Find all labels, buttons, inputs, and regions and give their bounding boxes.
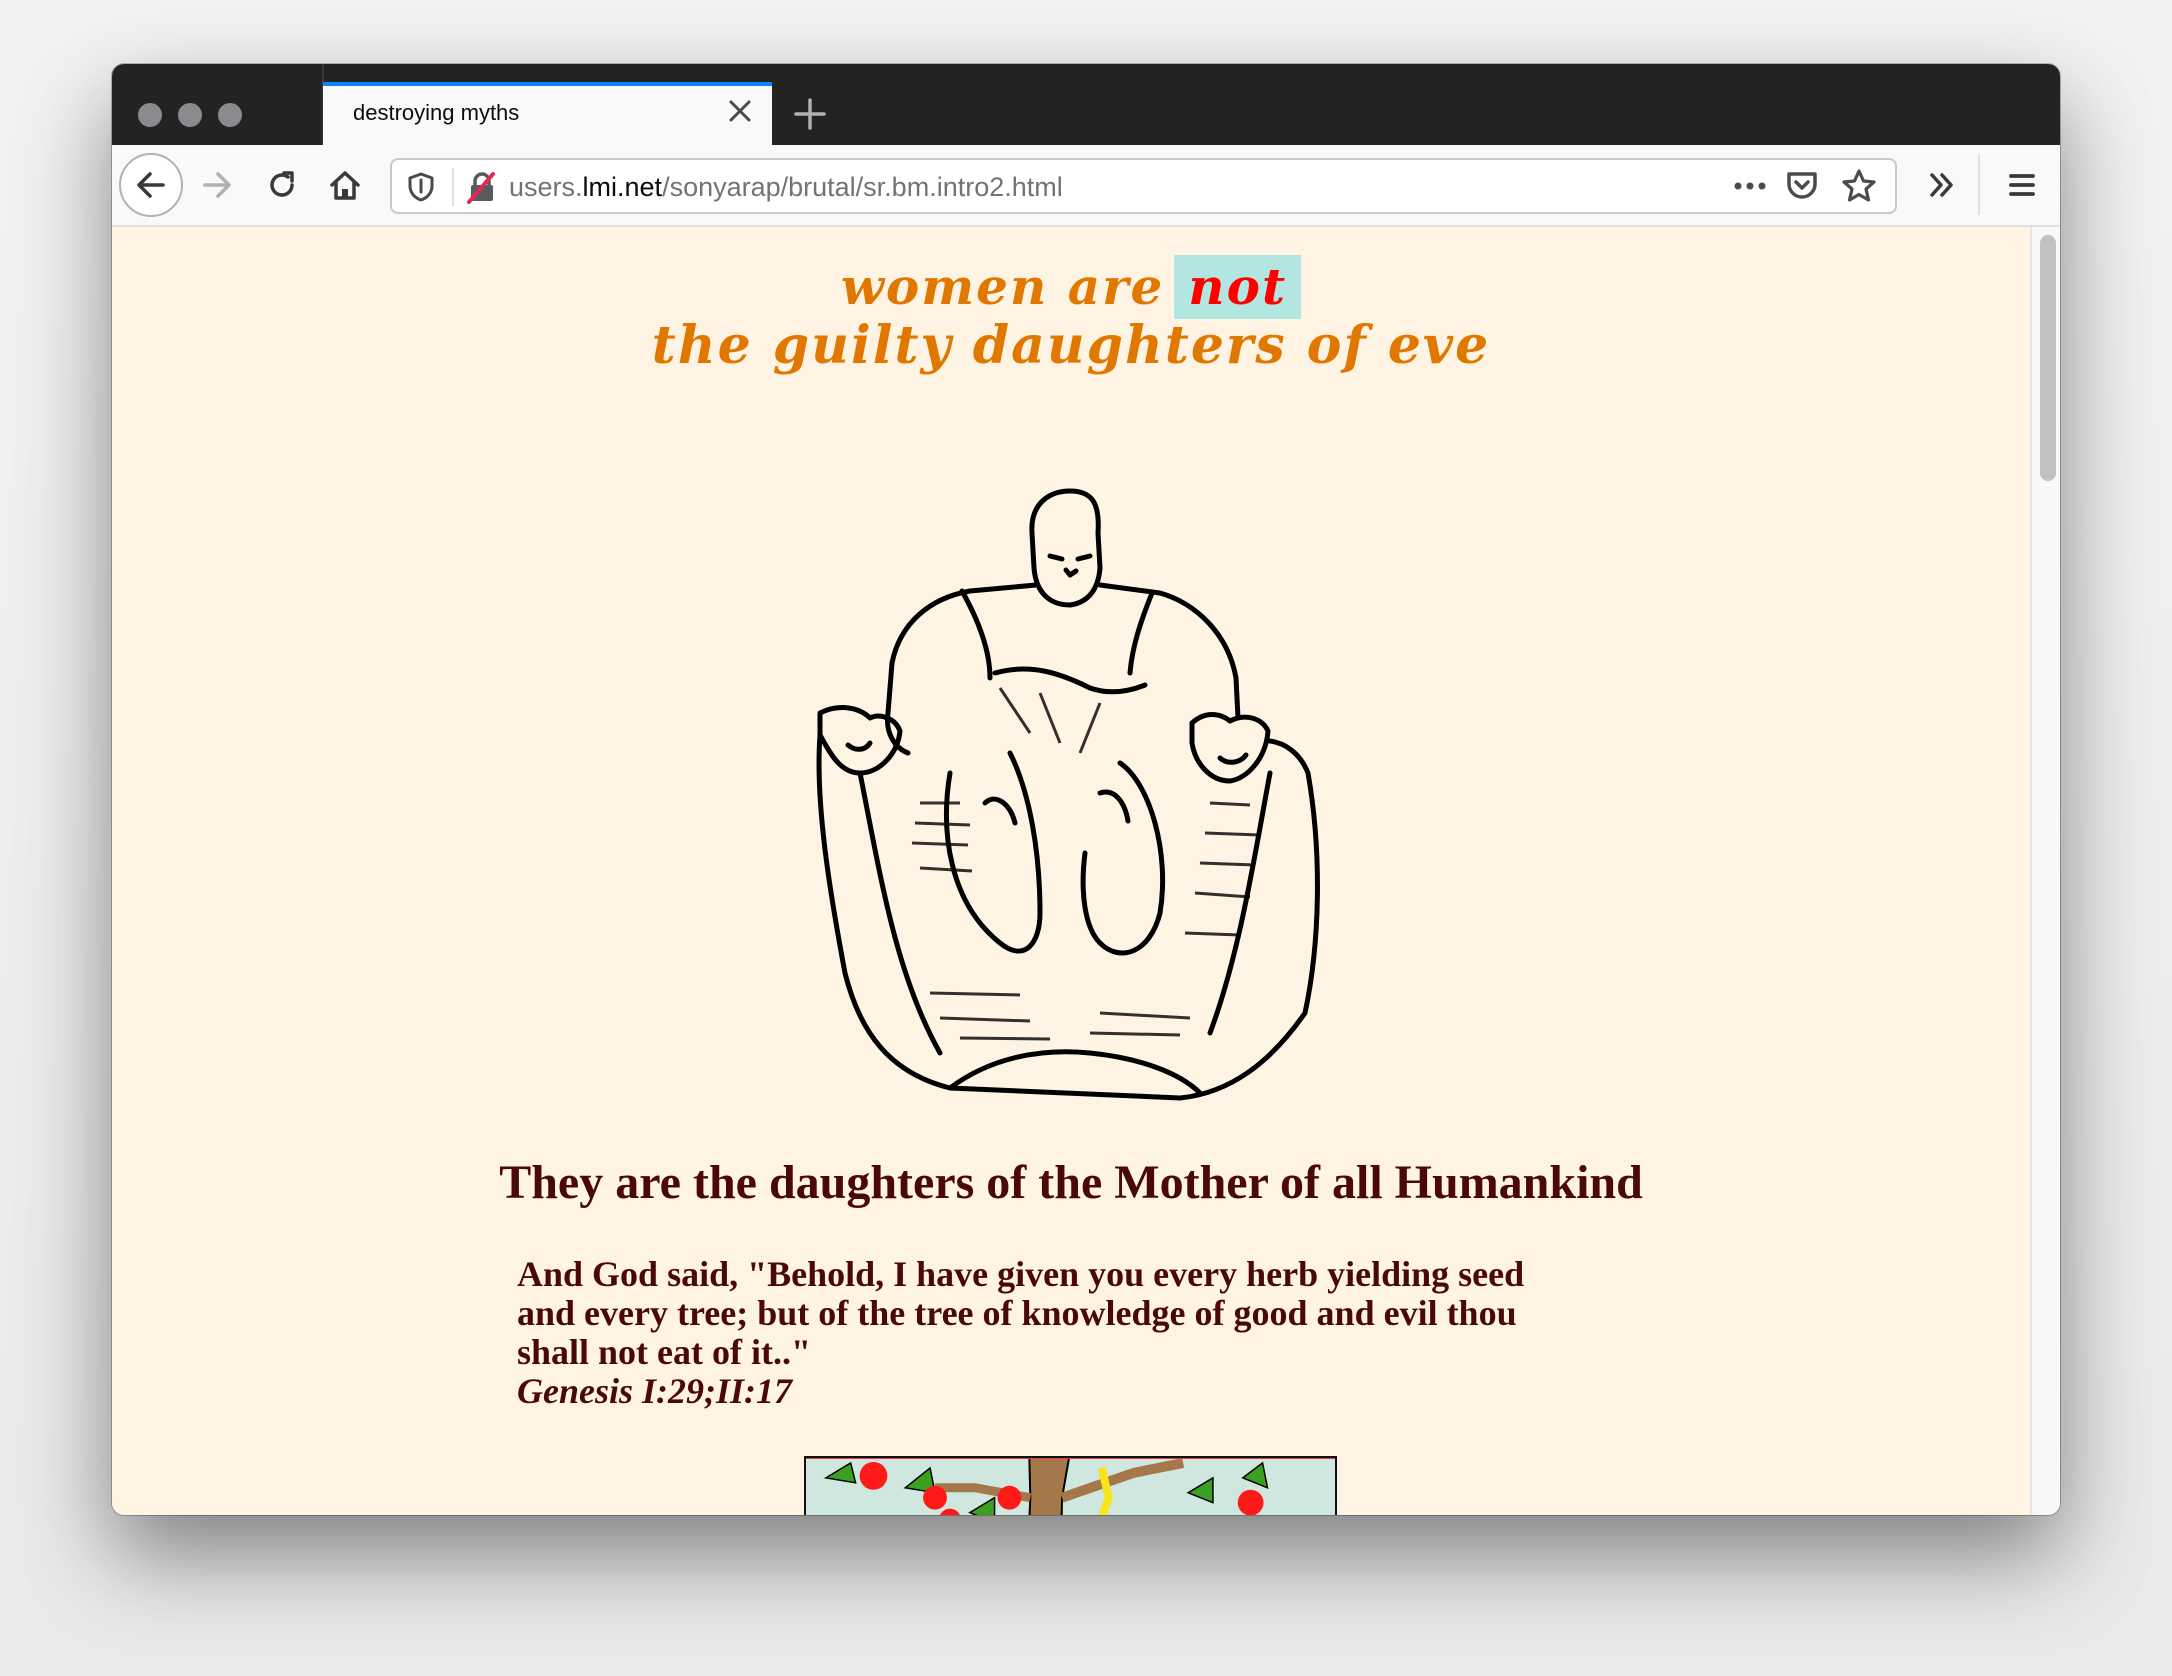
- banner-text-women-are: women are: [840, 257, 1165, 316]
- home-button[interactable]: [325, 165, 365, 205]
- save-to-pocket-button[interactable]: [1785, 169, 1819, 208]
- tab-title: destroying myths: [353, 100, 520, 125]
- adam-and-eve-image: [804, 1456, 1337, 1515]
- url-text[interactable]: users.lmi.net/sonyarap/brutal/sr.bm.intr…: [509, 172, 1063, 203]
- page-content: women are not the guilty daughters of eve: [112, 227, 2030, 1515]
- url-prefix: users.: [509, 172, 583, 202]
- app-menu-button[interactable]: [2002, 165, 2042, 205]
- tab-destroying-myths[interactable]: destroying myths: [323, 82, 772, 145]
- close-window-button[interactable]: [138, 103, 162, 127]
- quote-line-1: And God said, "Behold, I have given you …: [517, 1254, 1525, 1294]
- close-icon: [729, 100, 751, 122]
- more-horizontal-icon: [1734, 182, 1766, 190]
- tab-bar: destroying myths: [112, 64, 2060, 145]
- forward-button[interactable]: [197, 165, 237, 205]
- scrollbar-thumb[interactable]: [2040, 235, 2056, 481]
- reload-icon: [270, 171, 294, 197]
- toolbar-divider: [1978, 155, 1980, 215]
- quote-line-2: and every tree; but of the tree of knowl…: [517, 1293, 1517, 1333]
- banner-line-1: women are not: [112, 255, 2030, 319]
- minimize-window-button[interactable]: [178, 103, 202, 127]
- url-host: lmi.net: [582, 172, 663, 202]
- page-actions-button[interactable]: [1732, 174, 1768, 203]
- goddess-figure-image: [816, 488, 1320, 1101]
- forward-arrow-icon: [203, 172, 231, 198]
- overflow-menu-button[interactable]: [1922, 165, 1962, 205]
- reload-button[interactable]: [262, 165, 302, 205]
- shield-icon: [408, 172, 434, 202]
- quote-citation: Genesis I:29;II:17: [517, 1371, 792, 1411]
- page-heading: They are the daughters of the Mother of …: [499, 1156, 1643, 1209]
- pocket-icon: [1787, 172, 1817, 199]
- star-icon: [1842, 169, 1876, 202]
- home-icon: [330, 171, 360, 200]
- browser-window: destroying myths users.lmi.net/sonyarap/…: [112, 64, 2060, 1515]
- back-arrow-icon: [137, 172, 165, 198]
- banner-highlight-not: not: [1174, 255, 1302, 319]
- site-info-button[interactable]: [466, 170, 498, 209]
- vertical-scrollbar[interactable]: [2030, 227, 2060, 1515]
- banner-line-2: the guilty daughters of eve: [651, 315, 1491, 376]
- quote-line-3: shall not eat of it..": [517, 1332, 811, 1372]
- genesis-quote: And God said, "Behold, I have given you …: [517, 1255, 1617, 1411]
- new-tab-button[interactable]: [792, 96, 828, 132]
- navigation-toolbar: users.lmi.net/sonyarap/brutal/sr.bm.intr…: [112, 145, 2060, 227]
- url-path: /sonyarap/brutal/sr.bm.intro2.html: [662, 172, 1063, 202]
- hamburger-menu-icon: [2009, 174, 2035, 196]
- address-bar[interactable]: users.lmi.net/sonyarap/brutal/sr.bm.intr…: [390, 158, 1897, 214]
- close-tab-button[interactable]: [725, 96, 755, 126]
- bookmark-button[interactable]: [1841, 168, 1877, 209]
- chevron-double-right-icon: [1930, 173, 1953, 197]
- tracking-protection-button[interactable]: [406, 171, 436, 208]
- plus-icon: [794, 98, 826, 130]
- address-bar-separator: [452, 168, 454, 206]
- maximize-window-button[interactable]: [218, 103, 242, 127]
- insecure-lock-icon: [467, 172, 495, 204]
- back-button[interactable]: [119, 153, 183, 217]
